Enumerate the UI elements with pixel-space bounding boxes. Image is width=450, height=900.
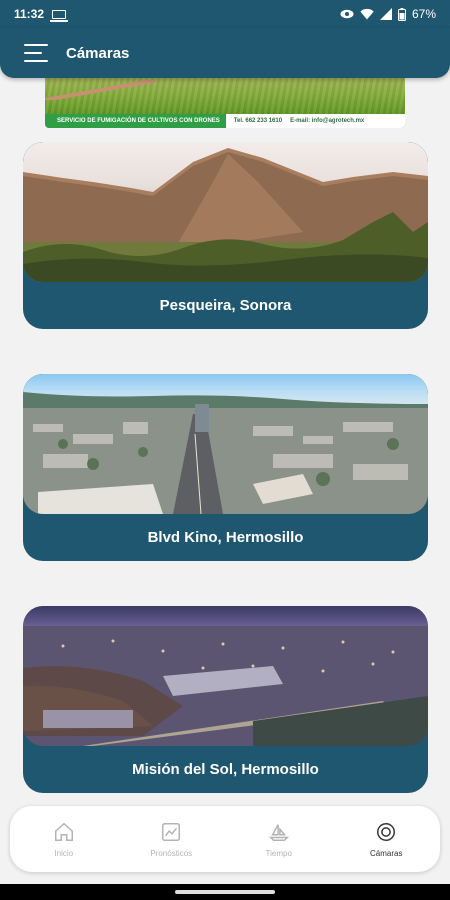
nav-item-tiempo[interactable]: Tiempo <box>225 806 333 872</box>
app-bar: Cámaras <box>0 28 450 78</box>
camera-image-blvd-kino <box>23 374 428 514</box>
system-navigation-bar <box>0 884 450 900</box>
boat-icon <box>268 823 289 841</box>
banner-tagline: SERVICIO DE FUMIGACIÓN DE CULTIVOS CON D… <box>45 114 226 128</box>
bottom-nav: Inicio Pronósticos Tiempo Cámaras <box>10 806 440 872</box>
banner-phone: Tel. 662 233 1610 <box>233 118 283 124</box>
signal-icon <box>379 8 392 20</box>
nav-label-camaras: Cámaras <box>370 848 403 858</box>
eye-icon <box>340 9 354 19</box>
nav-item-camaras[interactable]: Cámaras <box>333 806 441 872</box>
camera-lens-icon <box>377 822 396 841</box>
battery-icon <box>397 7 406 21</box>
chart-icon <box>162 822 181 841</box>
camera-card-pesqueira[interactable]: Pesqueira, Sonora <box>23 142 428 329</box>
nav-label-inicio: Inicio <box>54 848 74 858</box>
laptop-icon <box>50 9 69 22</box>
battery-percent: 67% <box>411 7 436 21</box>
camera-label-blvd-kino: Blvd Kino, Hermosillo <box>147 529 304 546</box>
ad-banner[interactable]: SERVICIO DE FUMIGACIÓN DE CULTIVOS CON D… <box>45 76 405 128</box>
nav-item-pronosticos[interactable]: Pronósticos <box>118 806 226 872</box>
camera-image-pesqueira <box>23 142 428 282</box>
status-bar: 11:32 67% <box>0 0 450 28</box>
nav-item-inicio[interactable]: Inicio <box>10 806 118 872</box>
camera-label-mision-del-sol: Misión del Sol, Hermosillo <box>132 761 319 778</box>
camera-card-mision-del-sol[interactable]: Misión del Sol, Hermosillo <box>23 606 428 793</box>
menu-icon[interactable] <box>24 44 48 62</box>
page-title: Cámaras <box>66 44 130 62</box>
status-time: 11:32 <box>14 7 45 21</box>
nav-label-tiempo: Tiempo <box>265 848 292 858</box>
banner-email: E-mail: info@agrotech.mx <box>290 118 365 124</box>
banner-road <box>45 80 155 100</box>
banner-strip: SERVICIO DE FUMIGACIÓN DE CULTIVOS CON D… <box>45 114 405 128</box>
nav-label-pronosticos: Pronósticos <box>150 848 193 858</box>
wifi-icon <box>360 8 374 20</box>
camera-image-mision-del-sol <box>23 606 428 746</box>
home-icon <box>54 822 73 841</box>
camera-label-pesqueira: Pesqueira, Sonora <box>159 297 292 314</box>
camera-card-blvd-kino[interactable]: Blvd Kino, Hermosillo <box>23 374 428 561</box>
